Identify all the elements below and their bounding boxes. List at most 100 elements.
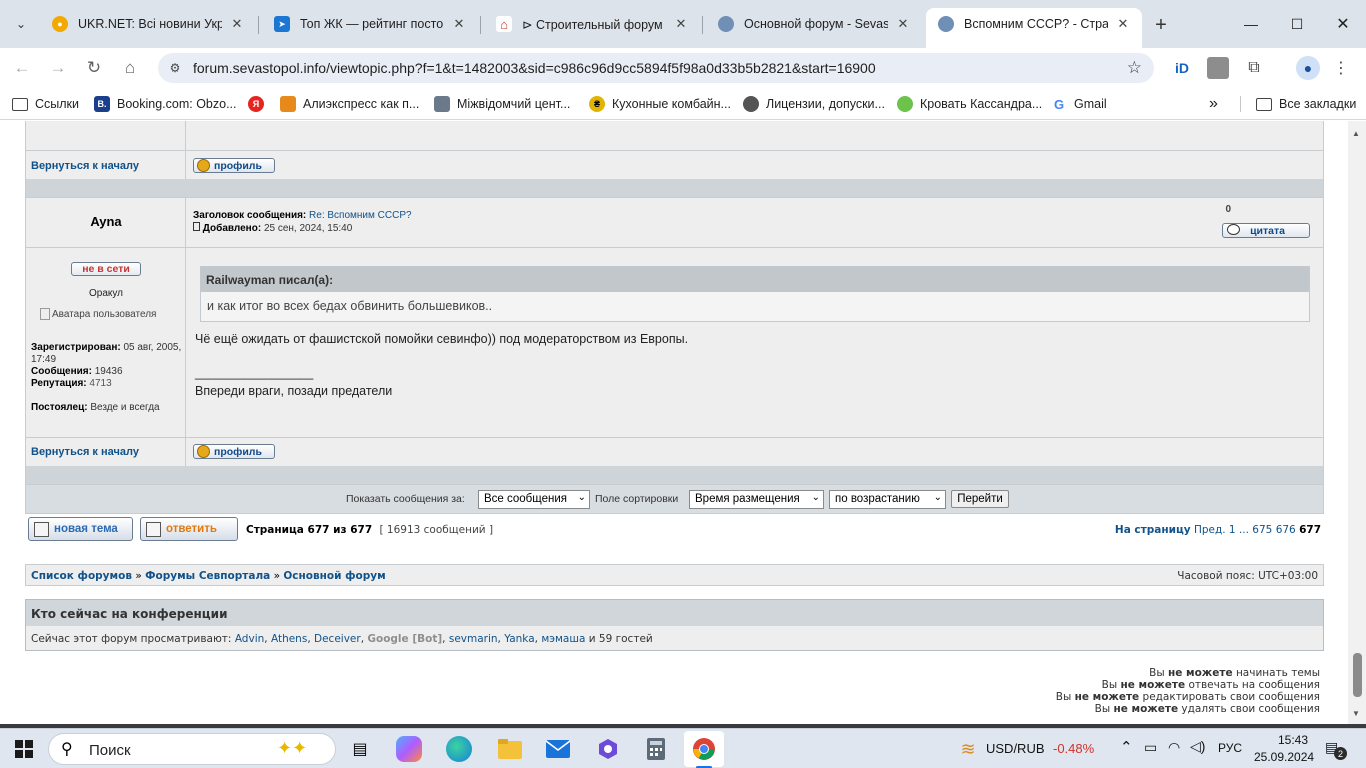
language-indicator[interactable]: РУС [1218,741,1242,755]
go-button[interactable]: Перейти [951,490,1009,508]
reload-icon[interactable]: ↻ [80,54,108,82]
bookmark-links-folder[interactable]: Ссылки [12,95,79,113]
post-body-row: не в сети Оракул Аватара пользователя За… [25,247,1324,437]
pager-link[interactable]: 1 [1229,524,1236,536]
quote-button[interactable]: цитата [1222,223,1310,238]
id-extension-icon[interactable]: iD [1171,57,1193,79]
close-icon[interactable]: ✕ [1114,15,1132,33]
scroll-up-icon[interactable]: ▲ [1352,129,1360,138]
show-days-select[interactable]: Все сообщения ⌄ [478,490,590,509]
site-info-icon[interactable]: ⚙ [166,59,184,77]
online-user-link[interactable]: Athens [271,633,307,645]
bookmark-yandex[interactable]: Я [248,95,271,113]
home-icon[interactable]: ⌂ [116,54,144,82]
more-bookmarks-button[interactable]: » [1209,95,1218,113]
booking-icon: B. [94,96,110,112]
profile-button[interactable]: профиль [193,444,275,459]
new-topic-button[interactable]: новая тема [28,517,133,541]
speaker-icon[interactable]: ◁) [1190,738,1205,755]
close-icon[interactable]: ✕ [894,15,912,33]
taskbar-search[interactable]: ⚲ Поиск ✦✦ [48,733,336,765]
forward-icon[interactable]: → [44,54,72,82]
account-avatar-icon[interactable]: ● [1296,56,1320,80]
page-scrollbar[interactable]: ▲ ▼ [1348,121,1366,724]
clock-date[interactable]: 25.09.2024 [1254,750,1314,764]
select-value: по возрастанию [835,493,920,505]
user-icon [197,445,210,458]
tab-ukrnet[interactable]: ● UKR.NET: Всі новини Україн ✕ [40,8,256,40]
copilot-icon[interactable] [396,736,422,762]
office-app-icon[interactable] [594,735,622,763]
online-user-link[interactable]: мэмаша [541,633,585,645]
new-tab-button[interactable]: + [1148,12,1174,38]
bookmark-star-icon[interactable]: ☆ [1127,58,1142,78]
online-user-link[interactable]: Deceiver [314,633,361,645]
online-user-link[interactable]: Yanka [504,633,534,645]
scroll-down-icon[interactable]: ▼ [1352,709,1360,718]
tab-main-forum[interactable]: Основной форум - Sevasto ✕ [706,8,922,40]
subject-link[interactable]: Re: Вспомним СССР? [309,210,412,221]
permission-line: Вы не можете начинать темы [1149,667,1320,679]
clock-time[interactable]: 15:43 [1266,733,1308,747]
battery-icon[interactable]: ▭ [1144,739,1157,756]
back-icon[interactable]: ← [8,54,36,82]
window-close-icon[interactable]: ✕ [1320,0,1366,48]
online-user-link[interactable]: sevmarin [449,633,498,645]
all-bookmarks[interactable]: Все закладки [1256,95,1356,113]
new-topic-icon [34,521,49,537]
tab-building-forum[interactable]: ⌂ ⊳ Строительный форум Ук ✕ [484,8,700,40]
close-icon[interactable]: ✕ [228,15,246,33]
bookmark-interagency[interactable]: Міжвідомчий цент... [434,95,570,113]
breadcrumb-link[interactable]: Форумы Севпортала [145,570,270,582]
breadcrumb-link[interactable]: Список форумов [31,570,132,582]
sort-key-select[interactable]: Время размещения ⌄ [689,490,824,509]
online-list: Сейчас этот форум просматривают: Advin, … [26,626,1323,650]
chrome-icon[interactable] [690,735,718,763]
wifi-icon[interactable]: ◠ [1168,739,1180,756]
mail-icon[interactable] [544,735,572,763]
breadcrumb-link[interactable]: Основной форум [283,570,385,582]
back-to-top-link[interactable]: Вернуться к началу [31,160,139,172]
post-author[interactable]: Ayna [26,214,186,229]
online-bot-link[interactable]: Google [Bot] [367,633,442,645]
close-icon[interactable]: ✕ [450,15,468,33]
bookmark-bed[interactable]: Кровать Кассандра... [897,95,1042,113]
sort-direction-select[interactable]: по возрастанию ⌄ [829,490,946,509]
bookmark-licenses[interactable]: Лицензии, допуски... [743,95,885,113]
chevron-up-icon[interactable]: ⌃ [1120,738,1133,756]
bookmark-booking[interactable]: B. Booking.com: Obzo... [94,95,237,113]
close-icon[interactable]: ✕ [672,15,690,33]
calculator-icon[interactable] [642,735,670,763]
currency-widget-icon[interactable]: ≋ [954,735,982,763]
post-footer-row: Вернуться к началу профиль [25,150,1324,179]
tab-ussr-active[interactable]: Вспомним СССР? - Страни ✕ [926,8,1142,48]
address-bar[interactable]: ⚙ forum.sevastopol.info/viewtopic.php?f=… [158,53,1154,83]
windows-start-icon[interactable] [10,735,38,763]
pager-prev-link[interactable]: Пред. [1194,524,1226,536]
file-explorer-icon[interactable] [496,735,524,763]
search-placeholder: Поиск [89,742,131,759]
bookmark-aliexpress[interactable]: Алиэкспресс как п... [280,95,419,113]
pager-link[interactable]: 675 [1252,524,1272,536]
edge-icon[interactable] [446,736,472,762]
minimize-icon[interactable]: — [1228,0,1274,48]
online-user-link[interactable]: Advin [235,633,264,645]
extensions-puzzle-icon[interactable]: ⧉ [1243,57,1265,79]
task-view-icon[interactable]: ▤ [346,735,374,763]
profile-extension-icon[interactable] [1207,57,1229,79]
profile-button[interactable]: профиль [193,158,275,173]
globe-icon [743,96,759,112]
bookmark-kitchen[interactable]: ₴ Кухонные комбайн... [589,95,731,113]
reply-button[interactable]: ответить [140,517,238,541]
pagination: На страницу Пред. 1 ... 675 676 677 [1115,524,1321,536]
bookmark-label: Міжвідомчий цент... [457,97,571,111]
bookmark-gmail[interactable]: G Gmail [1051,95,1107,113]
menu-kebab-icon[interactable]: ⋮ [1330,57,1352,79]
scrollbar-thumb[interactable] [1353,653,1362,697]
currency-pair[interactable]: USD/RUB [986,741,1045,756]
tab-search-button[interactable]: ⌄ [10,14,32,34]
pager-link[interactable]: 676 [1276,524,1296,536]
maximize-icon[interactable]: ☐ [1274,0,1320,48]
tab-top-zhk[interactable]: ➤ Топ ЖК — рейтинг постов ✕ [262,8,478,40]
back-to-top-link[interactable]: Вернуться к началу [31,446,139,458]
